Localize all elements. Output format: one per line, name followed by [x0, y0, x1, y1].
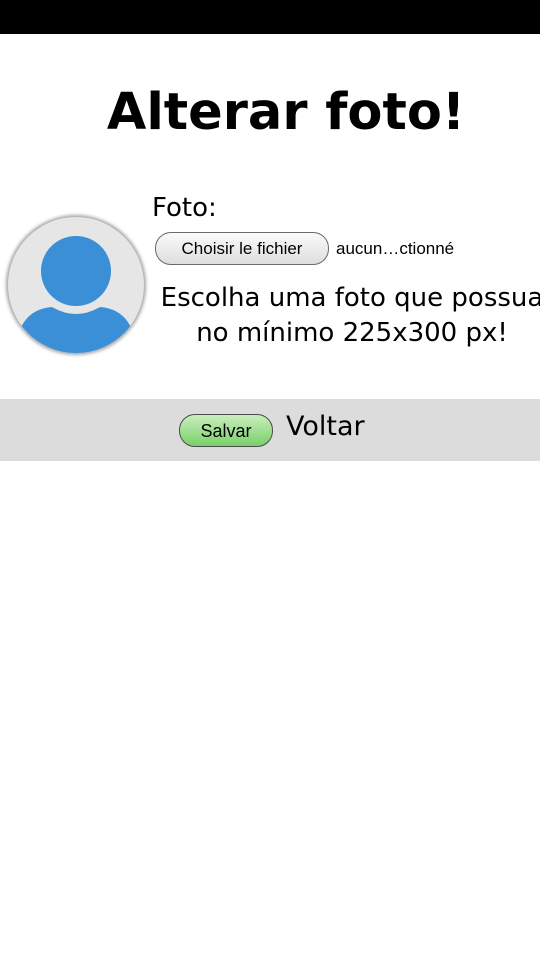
user-silhouette-icon: [18, 236, 134, 353]
back-link[interactable]: Voltar: [286, 410, 365, 444]
save-button[interactable]: Salvar: [179, 414, 273, 447]
hint-line-2: no mínimo 225x300 px!: [196, 318, 508, 348]
hint-line-1: Escolha uma foto que possua: [160, 283, 540, 313]
status-bar: [0, 0, 540, 34]
photo-label: Foto:: [152, 193, 217, 223]
photo-size-hint: Escolha uma foto que possua no mínimo 22…: [152, 281, 540, 351]
file-status-text: aucun…ctionné: [336, 239, 455, 258]
choose-file-button[interactable]: Choisir le fichier: [155, 232, 329, 265]
page-title: Alterar foto!: [106, 83, 466, 142]
avatar: [8, 217, 144, 353]
